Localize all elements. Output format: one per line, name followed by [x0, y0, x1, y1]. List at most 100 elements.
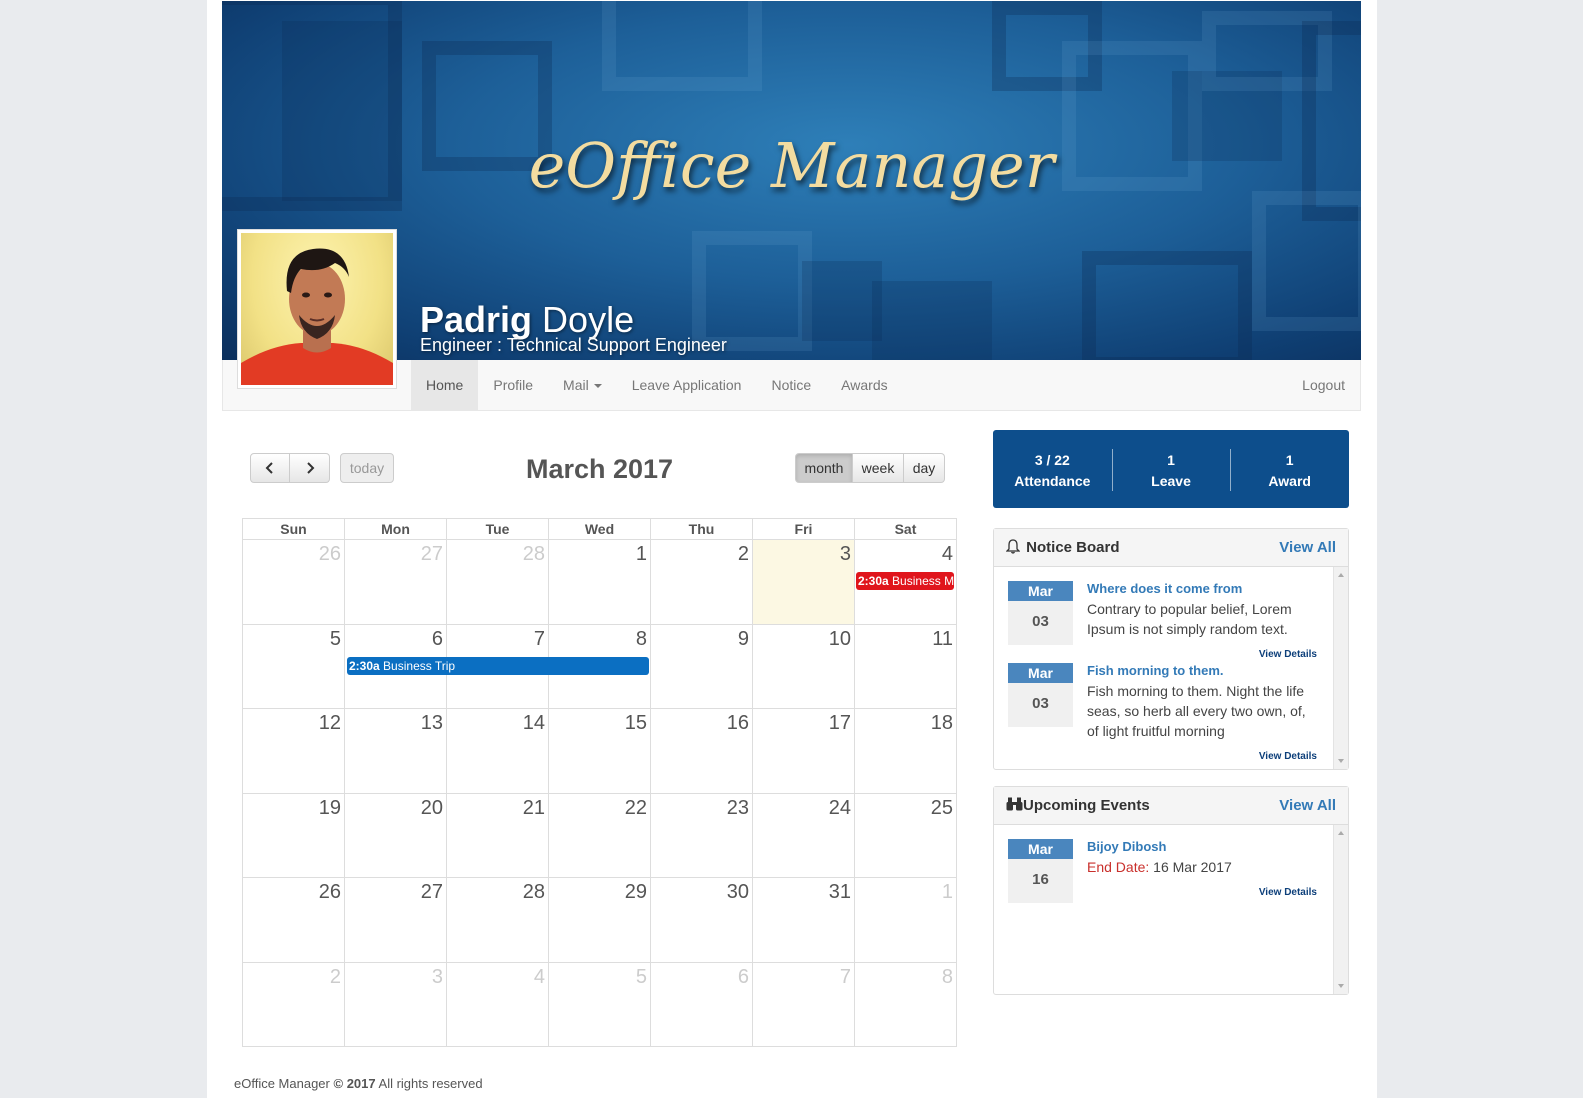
event-time: 2:30a — [349, 659, 380, 673]
avatar-portrait-icon — [241, 248, 393, 385]
weekday-header-row: Sun Mon Tue Wed Thu Fri Sat — [242, 518, 957, 540]
calendar-week: 12 13 14 15 16 17 18 — [242, 708, 957, 794]
day-cell[interactable]: 27 — [344, 877, 447, 963]
events-scrollbar[interactable] — [1333, 825, 1348, 994]
day-cell[interactable]: 24 — [752, 792, 855, 878]
day-cell[interactable]: 26 — [242, 877, 345, 963]
nav-item-home[interactable]: Home — [411, 360, 479, 410]
day-cell[interactable]: 2 — [650, 539, 753, 625]
day-cell[interactable]: 23 — [650, 792, 753, 878]
day-cell[interactable]: 3 — [344, 961, 447, 1047]
nav-item-awards[interactable]: Awards — [826, 360, 902, 410]
notice-text: Fish morning to them. Night the life sea… — [1087, 683, 1306, 739]
user-first-name: Padrig — [420, 299, 533, 340]
calendar-week: 26 27 28 29 30 31 1 — [242, 877, 957, 963]
nav-menu: Home Profile Mail Leave Application Noti… — [411, 360, 903, 410]
view-month-button[interactable]: month — [795, 453, 853, 483]
events-list: Mar 16 Bijoy Dibosh End Date: 16 Mar 201… — [994, 825, 1348, 994]
stats-bar: 3 / 22 Attendance 1 Leave 1 Award — [993, 430, 1349, 508]
logout-link[interactable]: Logout — [1302, 360, 1345, 410]
day-cell[interactable]: 22 — [548, 792, 651, 878]
calendar-week: 26 27 28 1 2 3 4 — [242, 539, 957, 625]
day-cell[interactable]: 30 — [650, 877, 753, 963]
nav-item-mail[interactable]: Mail — [548, 360, 617, 410]
weekday-header: Sun — [242, 518, 345, 540]
view-details-link[interactable]: View Details — [1259, 649, 1317, 660]
avatar — [237, 229, 397, 389]
day-cell[interactable]: 19 — [242, 792, 345, 878]
day-cell[interactable]: 9 — [650, 623, 753, 709]
banner-pattern — [802, 261, 882, 341]
nav-item-notice[interactable]: Notice — [756, 360, 826, 410]
day-cell[interactable]: 1 — [548, 539, 651, 625]
calendar-week: 19 20 21 22 23 24 25 — [242, 792, 957, 878]
weekday-header: Thu — [650, 518, 753, 540]
notice-title-link[interactable]: Fish morning to them. — [1087, 663, 1224, 678]
day-cell[interactable]: 31 — [752, 877, 855, 963]
notice-scrollbar[interactable] — [1333, 567, 1348, 769]
scroll-up-icon — [1338, 573, 1344, 577]
view-details-link[interactable]: View Details — [1259, 887, 1317, 898]
day-cell[interactable]: 25 — [854, 792, 957, 878]
day-cell[interactable]: 14 — [446, 708, 549, 794]
notice-list: Mar 03 Where does it come from Contrary … — [994, 567, 1348, 769]
day-cell[interactable]: 28 — [446, 539, 549, 625]
notice-item: Mar 03 Where does it come from Contrary … — [1008, 581, 1348, 663]
events-view-all-link[interactable]: View All — [1279, 797, 1336, 814]
view-switcher: month week day — [795, 453, 945, 483]
day-cell[interactable]: 7 — [752, 961, 855, 1047]
weekday-header: Fri — [752, 518, 855, 540]
end-date-label: End Date: — [1087, 859, 1150, 875]
day-cell[interactable]: 15 — [548, 708, 651, 794]
nav-item-profile[interactable]: Profile — [478, 360, 548, 410]
day-cell[interactable]: 21 — [446, 792, 549, 878]
event-title: Business M — [892, 574, 954, 588]
day-cell[interactable]: 5 — [242, 623, 345, 709]
day-cell[interactable]: 18 — [854, 708, 957, 794]
day-cell[interactable]: 20 — [344, 792, 447, 878]
calendar-event[interactable]: 2:30a Business Trip — [347, 657, 649, 675]
notice-title-link[interactable]: Where does it come from — [1087, 581, 1242, 596]
day-cell[interactable]: 2 — [242, 961, 345, 1047]
upcoming-events-header: Upcoming Events View All — [994, 787, 1348, 825]
date-month: Mar — [1008, 581, 1073, 601]
day-cell[interactable]: 28 — [446, 877, 549, 963]
day-cell[interactable]: 13 — [344, 708, 447, 794]
view-day-button[interactable]: day — [904, 453, 945, 483]
stat-leave[interactable]: 1 Leave — [1111, 430, 1231, 508]
day-cell[interactable]: 29 — [548, 877, 651, 963]
day-cell[interactable]: 16 — [650, 708, 753, 794]
day-cell[interactable]: 11 — [854, 623, 957, 709]
day-cell[interactable]: 27 — [344, 539, 447, 625]
day-cell[interactable]: 4 — [446, 961, 549, 1047]
stat-award[interactable]: 1 Award — [1230, 430, 1349, 508]
date-badge: Mar 16 — [1008, 839, 1073, 903]
day-cell[interactable]: 17 — [752, 708, 855, 794]
day-cell[interactable]: 8 — [854, 961, 957, 1047]
event-item: Mar 16 Bijoy Dibosh End Date: 16 Mar 201… — [1008, 839, 1348, 921]
day-cell[interactable]: 1 — [854, 877, 957, 963]
nav-item-leave-application[interactable]: Leave Application — [617, 360, 757, 410]
footer-brand: eOffice Manager — [234, 1076, 330, 1091]
day-cell[interactable]: 12 — [242, 708, 345, 794]
day-cell[interactable]: 10 — [752, 623, 855, 709]
day-cell[interactable]: 6 — [650, 961, 753, 1047]
view-details-link[interactable]: View Details — [1259, 751, 1317, 762]
day-cell-today[interactable]: 3 — [752, 539, 855, 625]
event-title-link[interactable]: Bijoy Dibosh — [1087, 839, 1166, 854]
stat-attendance[interactable]: 3 / 22 Attendance — [993, 430, 1112, 508]
notice-board-header: Notice Board View All — [994, 529, 1348, 567]
banner-pattern — [1252, 191, 1361, 331]
date-day: 16 — [1032, 871, 1049, 888]
calendar-event[interactable]: 2:30a Business M — [856, 572, 954, 590]
notice-view-all-link[interactable]: View All — [1279, 539, 1336, 556]
day-cell[interactable]: 5 — [548, 961, 651, 1047]
day-cell[interactable]: 26 — [242, 539, 345, 625]
weekday-header: Wed — [548, 518, 651, 540]
user-last-name: Doyle — [542, 299, 635, 340]
scroll-down-icon — [1338, 984, 1344, 988]
event-time: 2:30a — [858, 574, 889, 588]
footer: eOffice Manager © 2017 All rights reserv… — [234, 1076, 483, 1091]
view-week-button[interactable]: week — [853, 453, 904, 483]
weekday-header: Mon — [344, 518, 447, 540]
